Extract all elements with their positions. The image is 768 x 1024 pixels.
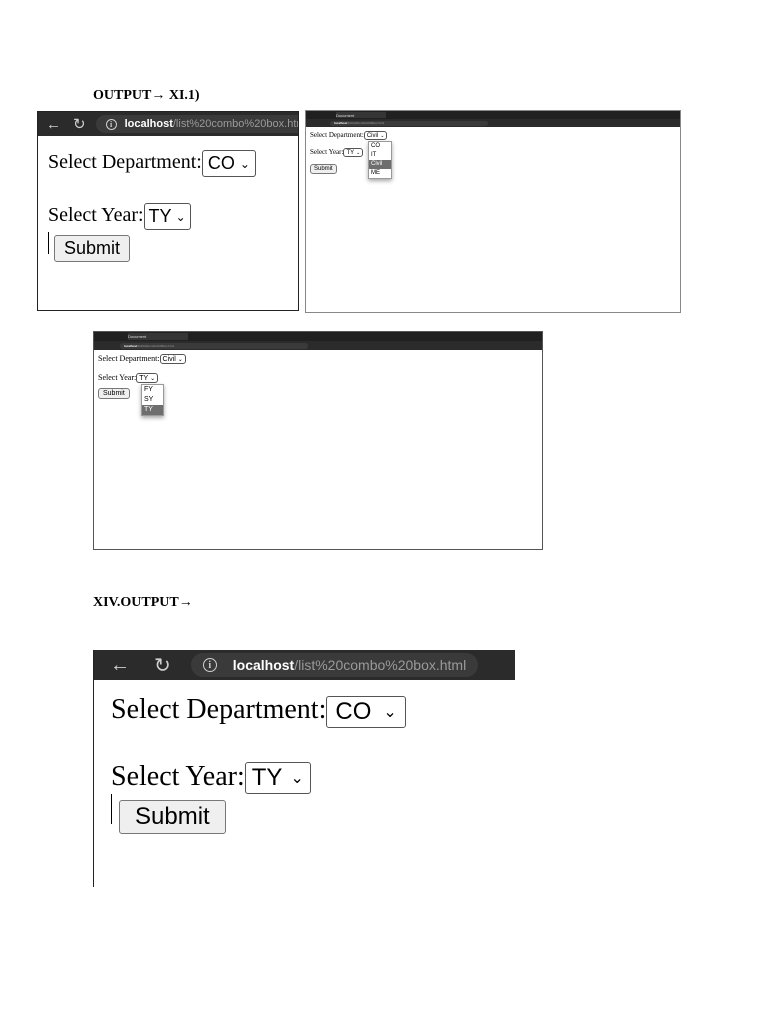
department-select[interactable]: CO ⌄ [201, 150, 256, 177]
browser-toolbar: ← ↻ i localhost/list%20combo%20box.html [94, 650, 515, 680]
info-icon: i [105, 118, 117, 130]
dropdown-option[interactable]: ME [369, 169, 391, 178]
browser-tab[interactable]: Document [128, 333, 188, 340]
department-dropdown-list: CO IT Civil ME [368, 141, 392, 179]
year-select[interactable]: TY ⌄ [143, 203, 191, 230]
dropdown-option-selected[interactable]: TY [142, 405, 163, 415]
tab-strip: Document [306, 111, 680, 119]
back-arrow-icon[interactable]: ← [46, 116, 61, 133]
dropdown-option[interactable]: IT [369, 151, 391, 160]
browser-toolbar: localhost/list%20combo%20box.html [306, 119, 680, 127]
department-select[interactable]: CO ⌄ [326, 695, 406, 728]
year-value: TY [251, 764, 283, 792]
url-path: /list%20combo%20box.html [294, 657, 467, 673]
address-bar[interactable]: i localhost/list%20combo%20box.html [95, 115, 299, 133]
department-value: CO [335, 697, 372, 725]
dropdown-option-selected[interactable]: Civil [369, 160, 391, 169]
browser-tab[interactable]: Document [336, 112, 386, 118]
address-bar[interactable]: i localhost/list%20combo%20box.html [190, 653, 479, 677]
year-value: TY [148, 206, 172, 226]
submit-button[interactable]: Submit [54, 235, 131, 262]
department-label: Select Department: [111, 694, 327, 725]
screenshot-4: ← ↻ i localhost/list%20combo%20box.html … [93, 650, 515, 887]
submit-button[interactable]: Submit [310, 164, 337, 174]
year-select[interactable]: TY ⌄ [136, 373, 159, 384]
department-label: Select Department: [310, 131, 364, 140]
url-host: localhost [232, 657, 295, 673]
submit-button[interactable]: Submit [98, 388, 130, 400]
year-dropdown-list: FY SY TY [141, 384, 164, 416]
year-label: Select Year: [48, 204, 144, 227]
text-cursor [111, 794, 112, 825]
department-select[interactable]: Civil ⌄ [159, 354, 186, 365]
chevron-down-icon: ⌄ [239, 156, 250, 171]
text-cursor [48, 232, 49, 254]
year-label: Select Year: [111, 760, 245, 792]
back-arrow-icon[interactable]: ← [110, 654, 130, 677]
department-select[interactable]: Civil ⌄ [363, 131, 388, 140]
tab-strip: Document [94, 332, 542, 341]
address-bar[interactable]: localhost/list%20combo%20box.html [120, 342, 308, 349]
year-select[interactable]: TY ⌄ [244, 762, 311, 795]
chevron-down-icon: ⌄ [150, 375, 156, 382]
address-bar[interactable]: localhost/list%20combo%20box.html [330, 120, 488, 126]
page-content: Select Department: CO ⌄ Select Year: TY ⌄ Su… [94, 680, 515, 835]
browser-toolbar: ← ↻ i localhost/list%20combo%20box.html [38, 112, 298, 136]
dropdown-option[interactable]: CO [369, 142, 391, 151]
page-content: Select Department: CO ⌄ Select Year: TY ⌄ Su… [38, 136, 298, 262]
screenshot-2: Document localhost/list%20combo%20box.ht… [305, 110, 681, 313]
dropdown-option[interactable]: SY [142, 395, 163, 405]
department-value: CO [207, 153, 235, 173]
browser-toolbar: localhost/list%20combo%20box.html [94, 341, 542, 350]
chevron-down-icon: ⌄ [290, 770, 304, 788]
url-host: localhost [124, 118, 173, 130]
chevron-down-icon: ⌄ [175, 209, 186, 224]
output-heading-2: XIV.OUTPUT→ [93, 595, 193, 610]
department-label: Select Department: [48, 151, 202, 174]
page-content: Select Department: Civil ⌄ Select Year: TY ⌄… [94, 350, 542, 416]
page-content: Select Department: Civil ⌄ Select Year: TY ⌄… [306, 127, 680, 179]
year-label: Select Year: [310, 148, 344, 157]
year-label: Select Year: [98, 373, 137, 383]
reload-icon[interactable]: ↻ [154, 653, 171, 678]
output-heading-1: OUTPUT→ XI.1) [93, 88, 200, 103]
submit-button[interactable]: Submit [119, 800, 226, 835]
reload-icon[interactable]: ↻ [73, 115, 86, 133]
year-select[interactable]: TY ⌄ [343, 148, 364, 157]
chevron-down-icon: ⌄ [356, 149, 361, 156]
info-icon: i [202, 658, 217, 672]
screenshot-3: Document localhost/list%20combo%20box.ht… [93, 331, 543, 550]
chevron-down-icon: ⌄ [177, 356, 183, 363]
chevron-down-icon: ⌄ [383, 703, 397, 721]
department-label: Select Department: [98, 354, 160, 363]
url-path: /list%20combo%20box.html [172, 118, 299, 130]
dropdown-option[interactable]: FY [142, 385, 163, 395]
screenshot-1: ← ↻ i localhost/list%20combo%20box.html … [37, 111, 299, 311]
chevron-down-icon: ⌄ [380, 132, 385, 139]
